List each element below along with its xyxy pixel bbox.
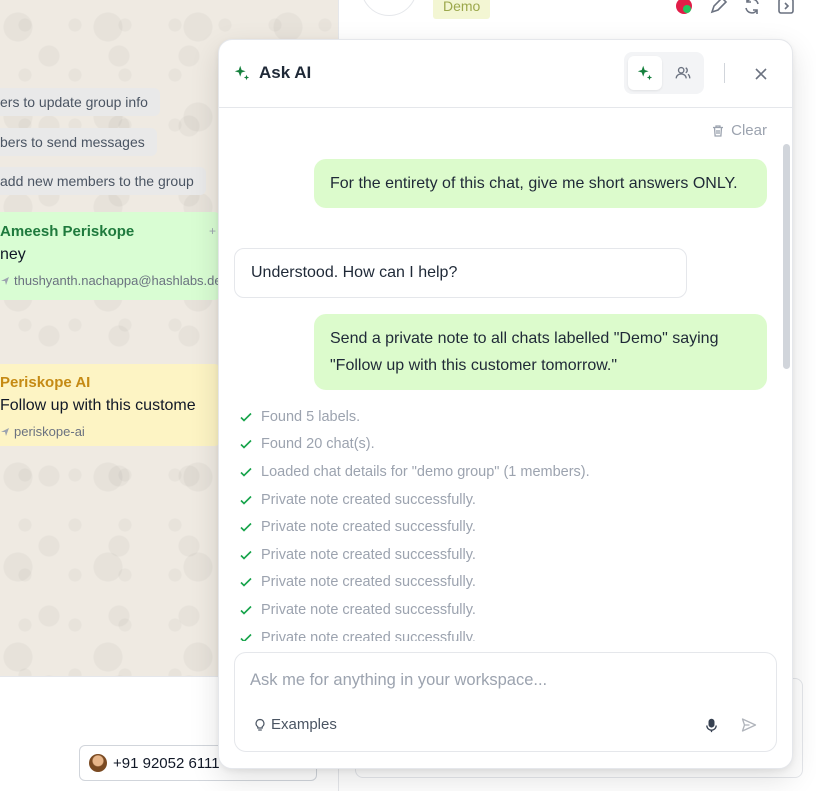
sender-email: thushyanth.nachappa@hashlabs.de (14, 273, 222, 288)
examples-label: Examples (271, 716, 337, 733)
mode-switcher (624, 52, 704, 94)
sender-name: Ameesh Periskope (0, 223, 135, 240)
check-icon (240, 495, 252, 505)
refresh-icon[interactable] (742, 0, 762, 16)
message-meta: thushyanth.nachappa@hashlabs.de (0, 273, 222, 288)
status-item: Found 20 chat(s). (239, 431, 759, 459)
send-icon (741, 718, 757, 732)
user-message: For the entirety of this chat, give me s… (314, 159, 767, 208)
status-item: Private note created successfully. (239, 596, 759, 624)
lightbulb-icon (255, 718, 265, 731)
status-item: Loaded chat details for "demo group" (1 … (239, 458, 759, 486)
edit-icon[interactable] (708, 0, 728, 16)
status-item: Found 5 labels. (239, 403, 759, 431)
check-icon (240, 633, 252, 641)
send-small-icon (1, 276, 9, 285)
mode-ai-button[interactable] (628, 56, 662, 90)
check-icon (240, 412, 252, 422)
clear-button[interactable]: Clear (711, 122, 767, 139)
trash-icon (713, 124, 724, 137)
mic-icon (705, 718, 717, 732)
status-text: Found 5 labels. (261, 408, 361, 425)
status-text: Private note created successfully. (261, 519, 476, 536)
system-message: add new members to the group (0, 167, 206, 195)
scrollbar[interactable] (783, 144, 790, 369)
system-message: ers to update group info (0, 88, 160, 116)
sidebar-toggle-icon[interactable] (776, 0, 796, 16)
check-icon (240, 550, 252, 560)
top-toolbar (674, 0, 796, 16)
label-tag[interactable]: Demo (433, 0, 491, 19)
status-item: Private note created successfully. (239, 569, 759, 597)
user-message: Send a private note to all chats labelle… (314, 314, 767, 390)
status-text: Private note created successfully. (261, 629, 476, 641)
status-item: Private note created successfully. (239, 486, 759, 514)
status-text: Loaded chat details for "demo group" (1 … (261, 463, 590, 480)
send-button[interactable] (738, 715, 760, 735)
profile-dots-icon[interactable] (674, 0, 694, 16)
people-icon (675, 66, 691, 79)
assistant-message: Understood. How can I help? (234, 248, 687, 298)
status-item: Private note created successfully. (239, 541, 759, 569)
clear-label: Clear (731, 122, 767, 139)
status-text: Private note created successfully. (261, 574, 476, 591)
status-item: Private note created successfully. (239, 513, 759, 541)
examples-button[interactable]: Examples (253, 716, 337, 733)
check-icon (240, 440, 252, 450)
mode-people-button[interactable] (666, 56, 700, 90)
plus-label: + (208, 224, 216, 238)
message-meta: periskope-ai (0, 424, 222, 439)
sender-handle: periskope-ai (14, 424, 85, 439)
tool-status-list: Found 5 labels. Found 20 chat(s). Loaded… (239, 403, 759, 641)
close-button[interactable] (751, 64, 771, 84)
ask-ai-panel: Ask AI Clear For the entirety of this ch… (218, 39, 793, 769)
check-icon (240, 523, 252, 532)
check-icon (240, 605, 252, 615)
panel-title: Ask AI (259, 63, 312, 82)
header-divider (724, 63, 725, 83)
sparkle-icon (234, 65, 250, 81)
send-small-icon (1, 427, 9, 436)
panel-title-group: Ask AI (233, 63, 311, 83)
chat-message-bubble[interactable]: Ameesh Periskope + ney thushyanth.nachap… (0, 212, 222, 300)
close-icon (755, 68, 767, 80)
status-text: Found 20 chat(s). (261, 436, 375, 453)
phone-number: +91 92052 6111 (113, 754, 220, 772)
panel-header: Ask AI (219, 40, 792, 108)
ask-input[interactable] (250, 667, 750, 693)
ask-input-box: Examples (234, 652, 777, 752)
sender-name: Periskope AI (0, 374, 91, 391)
status-text: Private note created successfully. (261, 546, 476, 563)
mic-button[interactable] (701, 715, 721, 735)
status-text: Private note created successfully. (261, 491, 476, 508)
avatar (89, 754, 107, 772)
check-icon (240, 578, 252, 587)
system-message: bers to send messages (0, 128, 157, 156)
status-item: Private note created successfully. (239, 624, 759, 641)
status-text: Private note created successfully. (261, 601, 476, 618)
sparkle-icon (637, 65, 653, 81)
private-note-bubble[interactable]: Periskope AI Follow up with this custome… (0, 364, 222, 446)
check-icon (240, 467, 252, 477)
message-text: ney (0, 246, 26, 263)
message-text: Follow up with this custome (0, 397, 196, 414)
